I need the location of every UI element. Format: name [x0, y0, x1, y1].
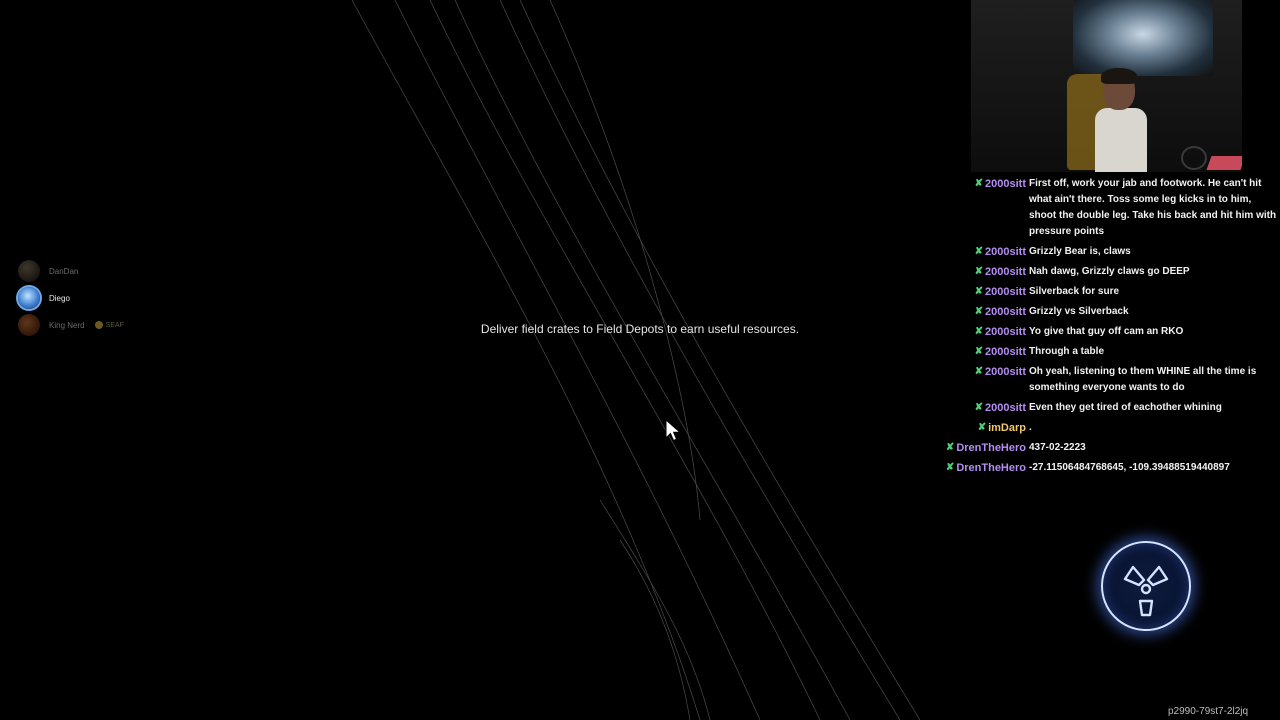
- chat-message-text: -27.11506484768645, -109.39488519440897: [1029, 462, 1230, 473]
- chat-badge-icon: ✘: [974, 402, 984, 413]
- chat-message-text: Yo give that guy off cam an RKO: [1029, 326, 1184, 337]
- chat-message-text: Even they get tired of eachother whining: [1029, 402, 1222, 413]
- avatar: [18, 314, 40, 336]
- chat-message: ✘ 2000sitt Even they get tired of eachothe…: [940, 400, 1280, 416]
- radiation-triskelion-icon: [1123, 565, 1169, 617]
- chat-message-header: ✘ 2000sitt: [940, 264, 1026, 280]
- chat-message: ✘ 2000sitt Grizzly Bear is, claws: [940, 244, 1280, 260]
- chat-message: ✘ 2000sitt Grizzly vs Silverback: [940, 304, 1280, 320]
- webcam-overlay: [971, 0, 1242, 172]
- chat-message-header: ✘ 2000sitt: [940, 284, 1026, 300]
- chat-badge-icon: ✘: [974, 326, 984, 337]
- chat-message-text: Grizzly Bear is, claws: [1029, 246, 1131, 257]
- chat-message-header: ✘ 2000sitt: [940, 244, 1026, 260]
- chat-badge-icon: ✘: [945, 442, 955, 453]
- chat-username[interactable]: 2000sitt: [985, 264, 1026, 280]
- party-member-dandan[interactable]: DanDan: [18, 258, 124, 284]
- chat-message-text: Grizzly vs Silverback: [1029, 306, 1129, 317]
- clan-badge: SEAF: [94, 321, 124, 329]
- chat-username[interactable]: 2000sitt: [985, 284, 1026, 300]
- chat-badge-icon: ✘: [974, 346, 984, 357]
- clan-badge-label: SEAF: [105, 321, 124, 329]
- chat-message-text: Oh yeah, listening to them WHINE all the…: [1029, 366, 1257, 393]
- avatar: [18, 260, 40, 282]
- badge-emblem-icon: [94, 321, 103, 329]
- chat-message-text: First off, work your jab and footwork. H…: [1029, 178, 1277, 237]
- chat-message-text: .: [1029, 422, 1032, 433]
- chat-message: ✘ imDarp.: [940, 420, 1280, 436]
- chat-badge-icon: ✘: [974, 246, 984, 257]
- objective-hint: Deliver field crates to Field Depots to …: [480, 322, 800, 336]
- chat-username[interactable]: 2000sitt: [985, 344, 1026, 360]
- chat-message-header: ✘ DrenTheHero: [940, 440, 1026, 456]
- webcam-keyboard: [1206, 156, 1242, 170]
- chat-username[interactable]: 2000sitt: [985, 364, 1026, 380]
- chat-message: ✘ 2000sitt Yo give that guy off cam an RKO: [940, 324, 1280, 340]
- chat-message-header: ✘ 2000sitt: [940, 176, 1026, 192]
- chat-username[interactable]: 2000sitt: [985, 400, 1026, 416]
- chat-username[interactable]: 2000sitt: [985, 304, 1026, 320]
- chat-overlay: ✘ 2000sitt First off, work your jab and fo…: [940, 176, 1280, 480]
- chat-badge-icon: ✘: [974, 366, 984, 377]
- chat-message: ✘ DrenTheHero 437-02-2223: [940, 440, 1280, 456]
- chat-message: ✘ 2000sitt Silverback for sure: [940, 284, 1280, 300]
- chat-message-text: Through a table: [1029, 346, 1104, 357]
- chat-username[interactable]: 2000sitt: [985, 324, 1026, 340]
- chat-badge-icon: ✘: [974, 286, 984, 297]
- chat-badge-icon: ✘: [977, 422, 987, 433]
- chat-badge-icon: ✘: [974, 266, 984, 277]
- chat-message-text: Silverback for sure: [1029, 286, 1120, 297]
- webcam-monitor-screen: [1073, 0, 1213, 76]
- chat-username[interactable]: DrenTheHero: [956, 460, 1026, 476]
- chat-badge-icon: ✘: [974, 306, 984, 317]
- mouse-cursor-icon: [665, 419, 682, 442]
- chat-message-header: ✘ 2000sitt: [940, 344, 1026, 360]
- party-member-name: DanDan: [49, 266, 79, 276]
- chat-username[interactable]: imDarp: [988, 420, 1026, 436]
- session-id: p2990-79st7-2l2jq: [1168, 706, 1249, 717]
- chat-username[interactable]: 2000sitt: [985, 176, 1026, 192]
- avatar: [18, 287, 40, 309]
- chat-badge-icon: ✘: [974, 178, 984, 189]
- chat-message-text: Nah dawg, Grizzly claws go DEEP: [1029, 266, 1190, 277]
- webcam-streamer-hair: [1101, 68, 1137, 84]
- chat-message-text: 437-02-2223: [1029, 442, 1086, 453]
- chat-message-header: ✘ DrenTheHero: [940, 460, 1026, 476]
- party-list: DanDan Diego King Nerd SEAF: [18, 258, 124, 339]
- chat-message: ✘ 2000sitt Nah dawg, Grizzly claws go DEEP: [940, 264, 1280, 280]
- webcam-desk-object: [1181, 146, 1207, 170]
- chat-message: ✘ 2000sitt Oh yeah, listening to them WHIN…: [940, 364, 1280, 396]
- chat-badge-icon: ✘: [945, 462, 955, 473]
- chat-message-header: ✘ 2000sitt: [940, 304, 1026, 320]
- chat-message: ✘ 2000sitt First off, work your jab and fo…: [940, 176, 1280, 240]
- webcam-streamer-body: [1095, 108, 1147, 172]
- chat-message-header: ✘ 2000sitt: [940, 400, 1026, 416]
- party-member-king-nerd[interactable]: King Nerd SEAF: [18, 312, 124, 338]
- chat-message-header: ✘ 2000sitt: [940, 364, 1026, 380]
- chat-message: ✘ 2000sitt Through a table: [940, 344, 1280, 360]
- chat-message: ✘ DrenTheHero -27.11506484768645, -109.394…: [940, 460, 1280, 476]
- party-member-diego[interactable]: Diego: [18, 285, 124, 311]
- ability-button[interactable]: [1101, 541, 1191, 631]
- chat-username[interactable]: DrenTheHero: [956, 440, 1026, 456]
- chat-message-header: ✘ imDarp: [940, 420, 1026, 436]
- chat-username[interactable]: 2000sitt: [985, 244, 1026, 260]
- chat-message-header: ✘ 2000sitt: [940, 324, 1026, 340]
- party-member-name: Diego: [49, 293, 70, 303]
- party-member-name: King Nerd: [49, 320, 85, 330]
